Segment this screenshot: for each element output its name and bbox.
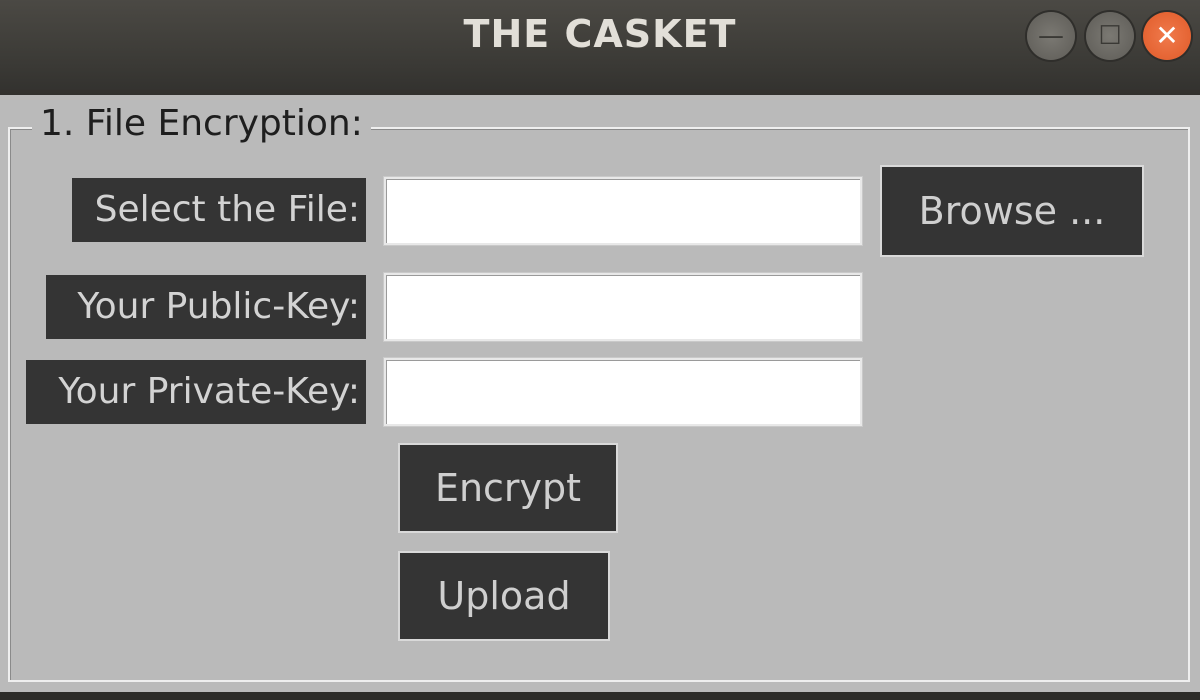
- browse-button[interactable]: Browse ...: [880, 165, 1144, 257]
- close-icon: ✕: [1155, 19, 1179, 52]
- maximize-button[interactable]: ☐: [1086, 12, 1134, 60]
- encrypt-button[interactable]: Encrypt: [398, 443, 618, 533]
- file-path-input[interactable]: [383, 176, 863, 246]
- file-label: Select the File:: [72, 178, 366, 242]
- window-bottom-border: [0, 692, 1200, 700]
- minimize-icon: —: [1038, 21, 1064, 51]
- client-area: 1. File Encryption: Select the File: Bro…: [0, 95, 1200, 692]
- maximize-icon: ☐: [1098, 21, 1122, 51]
- upload-button[interactable]: Upload: [398, 551, 610, 641]
- window-title: THE CASKET: [463, 12, 737, 56]
- minimize-button[interactable]: —: [1027, 12, 1075, 60]
- title-bar[interactable]: THE CASKET — ☐ ✕: [0, 0, 1200, 95]
- app-window: THE CASKET — ☐ ✕ 1. File Encryption: Sel…: [0, 0, 1200, 700]
- public-key-input[interactable]: [383, 272, 863, 342]
- private-key-label: Your Private-Key:: [26, 360, 366, 424]
- public-key-label: Your Public-Key:: [46, 275, 366, 339]
- section-title: 1. File Encryption:: [32, 103, 371, 144]
- private-key-input[interactable]: [383, 357, 863, 427]
- close-button[interactable]: ✕: [1143, 12, 1191, 60]
